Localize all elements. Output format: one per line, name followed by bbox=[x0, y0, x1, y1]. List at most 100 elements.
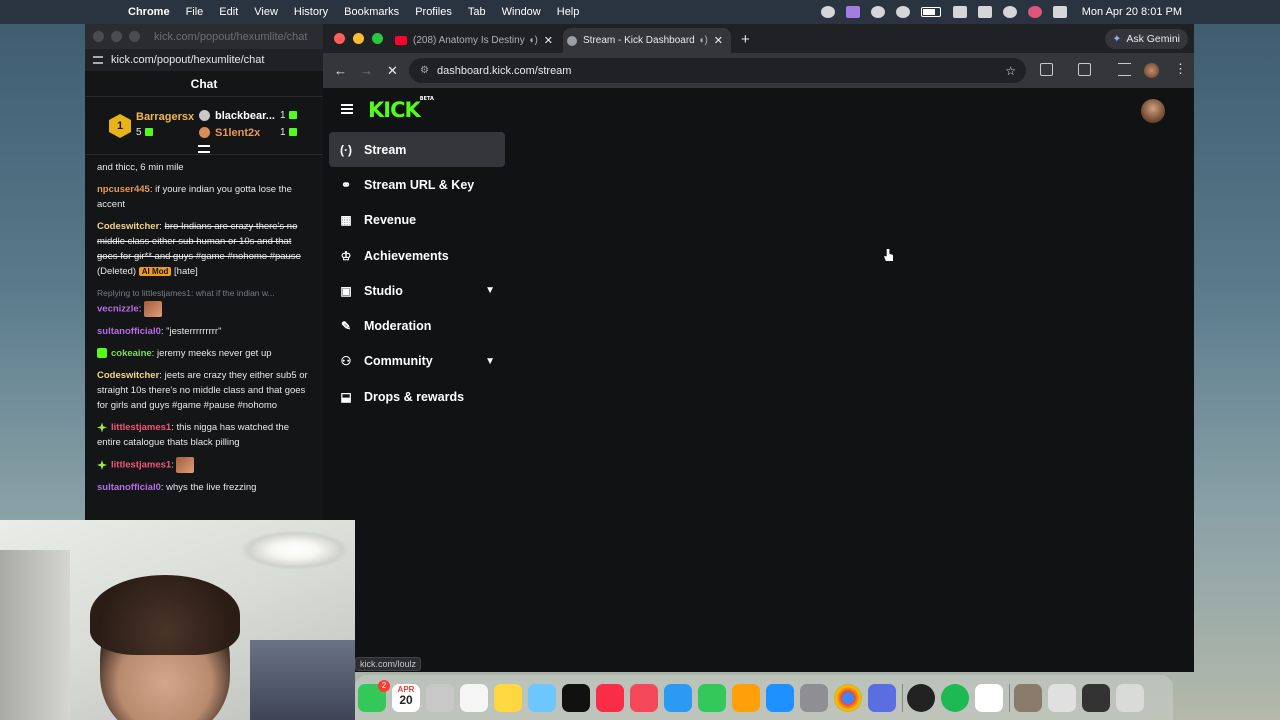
address-bar[interactable]: ⚙ dashboard.kick.com/stream ☆ bbox=[409, 58, 1026, 83]
tab-kick-dashboard[interactable]: Stream - Kick Dashboard ◖) ✕ bbox=[563, 28, 731, 53]
spotlight-search-icon[interactable] bbox=[1002, 6, 1017, 18]
dock-chrome-icon[interactable] bbox=[834, 683, 862, 712]
menu-tab[interactable]: Tab bbox=[468, 6, 486, 18]
nav-drops-rewards[interactable]: ⬓ Drops & rewards bbox=[329, 379, 505, 414]
leader-third-name[interactable]: S1lent2x bbox=[215, 127, 260, 139]
menu-edit[interactable]: Edit bbox=[219, 6, 238, 18]
nav-revenue[interactable]: ▦ Revenue bbox=[329, 203, 505, 238]
extensions-icon[interactable] bbox=[1040, 63, 1053, 76]
stop-loading-icon[interactable]: ✕ bbox=[387, 63, 398, 79]
dock-recent-photo-icon[interactable] bbox=[1014, 683, 1042, 712]
site-controls-icon[interactable] bbox=[93, 56, 103, 64]
dock-news-icon[interactable] bbox=[630, 683, 658, 712]
status-cloud-icon[interactable] bbox=[820, 6, 835, 18]
dock-capcut-icon[interactable] bbox=[975, 683, 1003, 712]
zoom-window-dot[interactable] bbox=[372, 33, 383, 44]
status-user-icon[interactable] bbox=[1027, 6, 1042, 18]
dock-obs-icon[interactable] bbox=[907, 683, 935, 712]
chat-url-bar[interactable]: kick.com/popout/hexumlite/chat bbox=[85, 49, 323, 71]
profile-avatar[interactable] bbox=[1144, 63, 1159, 78]
speaker-icon[interactable]: ◖) bbox=[698, 35, 707, 46]
gift-leaderboard: 1 Barragersx 5 blackbear... 1 S1lent2x 1 bbox=[85, 97, 323, 155]
chat-username[interactable]: Codeswitcher bbox=[97, 370, 159, 381]
chevron-down-icon[interactable]: ▼ bbox=[485, 285, 495, 296]
leader-second-name[interactable]: blackbear... bbox=[215, 110, 275, 122]
dock-iphone-mirroring-icon[interactable] bbox=[868, 683, 896, 712]
chat-username[interactable]: littlestjames1 bbox=[111, 422, 171, 433]
dock-keynote-icon[interactable] bbox=[664, 683, 692, 712]
nav-community[interactable]: ⚇ Community ▼ bbox=[329, 344, 505, 379]
hamburger-menu-icon[interactable] bbox=[341, 104, 353, 114]
back-arrow-icon[interactable]: ← bbox=[334, 63, 347, 78]
user-avatar[interactable] bbox=[1141, 99, 1165, 123]
close-dot[interactable] bbox=[93, 31, 104, 42]
menu-history[interactable]: History bbox=[294, 6, 328, 18]
dock-appletv-icon[interactable] bbox=[562, 683, 590, 712]
more-menu-icon[interactable]: ⋮ bbox=[1174, 61, 1187, 77]
menu-window[interactable]: Window bbox=[502, 6, 541, 18]
chevron-down-icon[interactable]: ▼ bbox=[485, 356, 495, 367]
dock-trash-icon[interactable] bbox=[1116, 683, 1144, 712]
expand-leaderboard-icon[interactable] bbox=[198, 145, 210, 153]
zoom-dot[interactable] bbox=[129, 31, 140, 42]
dock-notes-icon[interactable] bbox=[494, 683, 522, 712]
dock-messages-icon[interactable]: 2 bbox=[358, 679, 390, 712]
menu-profiles[interactable]: Profiles bbox=[415, 6, 452, 18]
menu-app-name[interactable]: Chrome bbox=[128, 6, 170, 18]
menubar-clock[interactable]: Mon Apr 20 8:01 PM bbox=[1082, 6, 1182, 18]
menu-help[interactable]: Help bbox=[557, 6, 580, 18]
chat-username[interactable]: cokeaine bbox=[111, 348, 152, 359]
chat-message: npcuser445: if youre indian you gotta lo… bbox=[97, 184, 292, 210]
bluetooth-icon[interactable] bbox=[977, 6, 992, 18]
minimize-window-dot[interactable] bbox=[353, 33, 364, 44]
ask-gemini-button[interactable]: ✦ Ask Gemini bbox=[1104, 29, 1188, 49]
status-app-icon[interactable] bbox=[845, 6, 860, 18]
chat-username[interactable]: littlestjames1 bbox=[111, 460, 171, 471]
close-tab-icon[interactable]: ✕ bbox=[544, 34, 553, 47]
close-window-dot[interactable] bbox=[334, 33, 345, 44]
nav-moderation[interactable]: ✎ Moderation bbox=[329, 308, 505, 343]
leader-first-name[interactable]: Barragersx bbox=[136, 111, 194, 123]
bookmark-star-icon[interactable]: ☆ bbox=[1005, 64, 1016, 78]
control-center-icon[interactable] bbox=[1052, 6, 1067, 18]
nav-studio[interactable]: ▣ Studio ▼ bbox=[329, 273, 505, 308]
dock-calendar-icon[interactable]: APR 20 bbox=[392, 683, 420, 712]
dock-recent-window-icon[interactable] bbox=[1082, 683, 1110, 712]
status-moon-icon[interactable] bbox=[895, 6, 910, 18]
wifi-icon[interactable] bbox=[952, 6, 967, 18]
menu-bookmarks[interactable]: Bookmarks bbox=[344, 6, 399, 18]
nav-stream[interactable]: (·) Stream bbox=[329, 132, 505, 168]
dock-recent-window-icon[interactable] bbox=[1048, 683, 1076, 712]
dock-spotify-icon[interactable] bbox=[941, 683, 969, 712]
status-play-icon[interactable] bbox=[870, 6, 885, 18]
dock-freeform-icon[interactable] bbox=[528, 683, 556, 712]
close-tab-icon[interactable]: ✕ bbox=[714, 34, 723, 47]
dock-pages-icon[interactable] bbox=[732, 683, 760, 712]
kick-logo[interactable]: KICKBETA bbox=[368, 96, 434, 122]
dock-settings-icon[interactable] bbox=[800, 683, 828, 712]
nav-achievements[interactable]: ♔ Achievements bbox=[329, 238, 505, 273]
menu-file[interactable]: File bbox=[186, 6, 204, 18]
speaker-icon[interactable]: ◖) bbox=[528, 35, 537, 46]
dock-appstore-icon[interactable] bbox=[766, 683, 794, 712]
chat-username[interactable]: vecnizzle bbox=[97, 304, 139, 315]
dock-reminders-icon[interactable] bbox=[460, 683, 488, 712]
dock-numbers-icon[interactable] bbox=[698, 683, 726, 712]
site-info-icon[interactable]: ⚙ bbox=[420, 65, 429, 76]
cast-icon[interactable] bbox=[1078, 63, 1091, 76]
chat-username[interactable]: npcuser445 bbox=[97, 184, 150, 195]
chat-username[interactable]: Codeswitcher bbox=[97, 221, 159, 232]
forward-arrow-icon[interactable]: → bbox=[360, 63, 373, 78]
menu-view[interactable]: View bbox=[254, 6, 278, 18]
reply-preview[interactable]: Replying to littlestjames1: what if the … bbox=[97, 286, 311, 301]
dock-contacts-icon[interactable] bbox=[426, 683, 454, 712]
nav-stream-url-key[interactable]: ⚭ Stream URL & Key bbox=[329, 167, 505, 202]
battery-icon[interactable] bbox=[920, 7, 941, 17]
chat-username[interactable]: sultanofficial0 bbox=[97, 482, 161, 493]
media-controls-icon[interactable] bbox=[1118, 63, 1131, 76]
dock-music-icon[interactable] bbox=[596, 683, 624, 712]
chat-username[interactable]: sultanofficial0 bbox=[97, 326, 161, 337]
minimize-dot[interactable] bbox=[111, 31, 122, 42]
tab-youtube[interactable]: (208) Anatomy Is Destiny ◖) ✕ bbox=[391, 28, 561, 53]
new-tab-button[interactable]: + bbox=[741, 31, 750, 48]
